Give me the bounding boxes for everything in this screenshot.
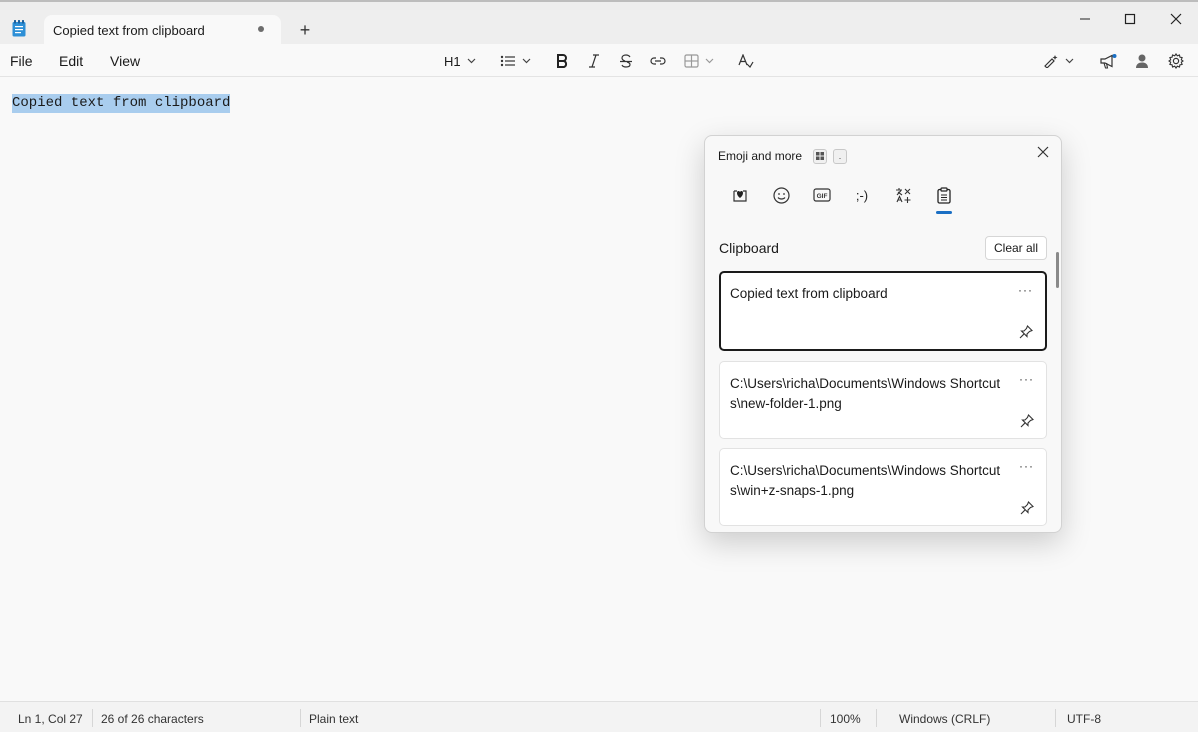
more-options-button[interactable]: ··· (1019, 372, 1034, 386)
zoom-level[interactable]: 100% (830, 712, 861, 726)
clipboard-icon[interactable] (933, 184, 955, 206)
list-dropdown[interactable] (500, 50, 531, 72)
new-tab-button[interactable]: + (296, 21, 314, 39)
status-divider (300, 709, 301, 727)
heading-dropdown[interactable]: H1 (444, 50, 476, 72)
encoding[interactable]: UTF-8 (1067, 712, 1101, 726)
line-ending[interactable]: Windows (CRLF) (899, 712, 990, 726)
status-divider (820, 709, 821, 727)
bulleted-list-icon (500, 55, 515, 67)
menu-bar: File Edit View H1 (0, 44, 1198, 77)
clipboard-item[interactable]: Copied text from clipboard ··· (719, 271, 1047, 351)
clipboard-item[interactable]: C:\Users\richa\Documents\Windows Shortcu… (719, 361, 1047, 439)
panel-title: Emoji and more (718, 149, 803, 163)
clear-formatting-button[interactable] (738, 50, 754, 72)
period-key-icon: . (833, 149, 847, 164)
chevron-down-icon (467, 58, 476, 64)
status-divider (1055, 709, 1056, 727)
pin-icon[interactable] (1020, 501, 1034, 515)
active-tab-indicator (936, 211, 952, 214)
clipboard-heading: Clipboard (719, 240, 779, 256)
more-options-button[interactable]: ··· (1019, 459, 1034, 473)
status-bar: Ln 1, Col 27 26 of 26 characters Plain t… (0, 701, 1198, 732)
kaomoji-label: ;-) (855, 187, 869, 203)
chevron-down-icon (522, 58, 531, 64)
clipboard-item-text: C:\Users\richa\Documents\Windows Shortcu… (730, 463, 1001, 498)
status-divider (876, 709, 877, 727)
emoji-panel: Emoji and more . GIF ;-) Clipboard Clear… (704, 135, 1062, 533)
strikethrough-button[interactable] (619, 50, 633, 72)
close-icon[interactable] (1034, 143, 1052, 161)
kaomoji-icon[interactable]: ;-) (851, 184, 873, 206)
clear-formatting-icon (738, 54, 754, 68)
character-count: 26 of 26 characters (101, 712, 204, 726)
table-icon (684, 54, 699, 68)
bold-icon (557, 54, 568, 68)
italic-icon (589, 54, 599, 68)
windows-key-icon (813, 149, 827, 164)
link-button[interactable] (650, 50, 666, 72)
text-format[interactable]: Plain text (309, 712, 358, 726)
notepad-app-icon (12, 20, 26, 37)
title-bar: Copied text from clipboard + (0, 0, 1198, 46)
clear-all-button[interactable]: Clear all (985, 236, 1047, 260)
clipboard-item[interactable]: C:\Users\richa\Documents\Windows Shortcu… (719, 448, 1047, 526)
link-icon (650, 57, 666, 65)
clipboard-item-text: Copied text from clipboard (730, 286, 888, 301)
smiley-icon[interactable] (770, 184, 792, 206)
status-divider (92, 709, 93, 727)
gif-icon[interactable]: GIF (811, 184, 833, 206)
scrollbar-thumb[interactable] (1056, 252, 1059, 288)
svg-text:GIF: GIF (817, 193, 828, 200)
clipboard-item-text: C:\Users\richa\Documents\Windows Shortcu… (730, 376, 1001, 411)
more-options-button[interactable]: ··· (1018, 283, 1033, 297)
gear-icon (1168, 53, 1184, 69)
copilot-rewrite-dropdown[interactable] (1043, 50, 1074, 72)
italic-button[interactable] (587, 50, 601, 72)
whats-new-button[interactable] (1100, 50, 1117, 72)
pen-sparkle-icon (1044, 55, 1058, 68)
settings-button[interactable] (1168, 50, 1184, 72)
account-button[interactable] (1135, 50, 1149, 72)
symbols-icon[interactable] (892, 184, 914, 206)
minimize-button[interactable] (1073, 8, 1097, 30)
pin-icon[interactable] (1019, 325, 1033, 339)
tab-document[interactable]: Copied text from clipboard (44, 15, 281, 46)
menu-edit[interactable]: Edit (59, 53, 83, 69)
close-window-button[interactable] (1164, 8, 1188, 30)
tab-title: Copied text from clipboard (53, 23, 205, 38)
chevron-down-icon (705, 58, 714, 64)
selected-text[interactable]: Copied text from clipboard (12, 94, 231, 113)
chevron-down-icon (1065, 58, 1074, 64)
account-avatar-icon (1136, 54, 1148, 68)
strikethrough-icon (620, 54, 632, 68)
unsaved-indicator-icon[interactable] (258, 26, 264, 32)
menu-view[interactable]: View (110, 53, 140, 69)
pin-icon[interactable] (1020, 414, 1034, 428)
table-dropdown[interactable] (684, 50, 714, 72)
megaphone-icon (1100, 53, 1117, 69)
maximize-button[interactable] (1118, 8, 1142, 30)
recent-heart-icon[interactable] (729, 184, 751, 206)
heading-label: H1 (444, 53, 461, 69)
cursor-position: Ln 1, Col 27 (18, 712, 83, 726)
bold-button[interactable] (555, 50, 569, 72)
menu-file[interactable]: File (10, 53, 33, 69)
